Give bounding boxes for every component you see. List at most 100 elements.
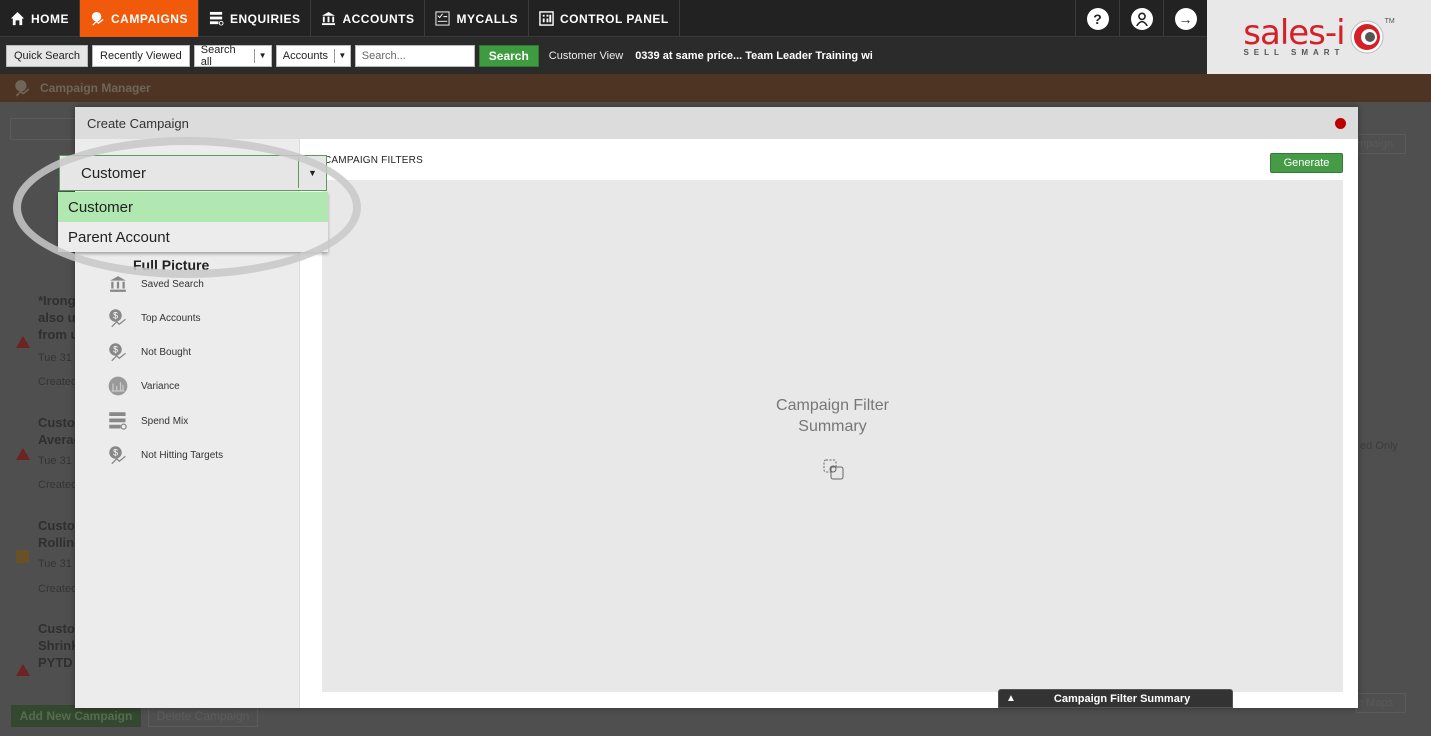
recent-items-links[interactable]: 0339 at same price... Team Leader Traini… [635,50,873,62]
filter-type-value: Customer [81,164,147,182]
nav-home-label: HOME [31,11,69,26]
summary-tab-label: Campaign Filter Summary [1053,692,1191,705]
nav-right-icons: ? → [1075,0,1207,37]
nav-mycalls-label: MYCALLS [456,11,518,26]
side-item-spend-mix[interactable]: Spend Mix [107,411,188,431]
side-item-label: Saved Search [141,278,204,290]
status-square-icon [16,550,29,563]
grid-icon [539,11,554,26]
logo-tm: TM [1384,18,1395,25]
enquiries-icon [209,11,224,26]
recently-viewed-tab[interactable]: Recently Viewed [92,44,190,67]
warning-triangle-icon [16,336,30,348]
dollar-trend-icon: $ [109,309,126,328]
sales-i-logo: sales-i SELL SMART TM [1207,0,1431,74]
side-item-label: Spend Mix [141,415,189,427]
list-search-icon [109,412,127,430]
campaign-icon [15,80,30,97]
logo-text: sales-i [1243,12,1345,53]
campaign-icon [91,11,104,26]
profile-button[interactable] [1119,0,1163,37]
svg-text:$: $ [113,311,118,321]
campaign-manager-bar: Campaign Manager [0,74,1431,102]
filter-type-select[interactable]: Customer ▼ [59,155,327,191]
campaign-filter-summary-area: Campaign Filter Summary [322,180,1343,692]
side-item-label: Variance [141,380,180,392]
add-new-campaign-button[interactable]: Add New Campaign [11,705,141,727]
top-nav: HOME CAMPAIGNS ENQUIRIES ACCOUNTS MYCALL… [0,0,1207,37]
campaign-date: Tue 31 [38,352,72,364]
search-button[interactable]: Search [478,44,539,67]
customer-view-label: Customer View [548,49,624,62]
search-input[interactable]: Search... [354,44,475,67]
side-item-saved-search[interactable]: Saved Search [107,274,204,294]
campaign-date: Tue 31 [38,455,72,467]
nav-enquiries-label: ENQUIRIES [229,11,301,26]
drag-drop-icon [823,459,844,480]
filter-type-options: Customer Parent Account [58,192,328,252]
bank-icon [110,276,126,292]
nav-campaigns-label: CAMPAIGNS [111,11,188,26]
modal-header: Create Campaign [75,107,1358,139]
chevron-down-icon: ▼ [298,158,326,188]
checklist-icon [435,11,450,26]
bank-icon [322,11,336,26]
side-item-label: Not Hitting Targets [141,449,224,461]
svg-text:$: $ [113,448,118,458]
chart-circle-icon [108,376,128,396]
campaign-filter-summary-tab[interactable]: ▲ Campaign Filter Summary [998,689,1233,708]
nav-enquiries[interactable]: ENQUIRIES [199,0,312,37]
nav-accounts[interactable]: ACCOUNTS [311,0,426,37]
campaign-date: Tue 31 [38,558,72,570]
option-customer[interactable]: Customer [58,192,328,222]
generate-button[interactable]: Generate [1270,153,1343,173]
side-item-top-accounts[interactable]: $ Top Accounts [107,308,200,328]
nav-control-panel-label: CONTROL PANEL [559,11,669,26]
logout-icon: → [1174,7,1197,30]
side-item-variance[interactable]: Variance [107,376,180,396]
campaign-created: Created [38,376,78,388]
search-type-select[interactable]: Accounts ▼ [275,44,351,67]
modal-title: Create Campaign [87,115,189,131]
help-button[interactable]: ? [1075,0,1119,37]
dollar-trend-icon: $ [109,446,126,465]
delete-campaign-button[interactable]: Delete Campaign [148,705,258,727]
full-picture-header[interactable]: Full Picture [133,257,209,273]
search-bar: Quick Search Recently Viewed Search all … [0,37,1207,74]
nav-accounts-label: ACCOUNTS [342,11,415,26]
side-item-not-bought[interactable]: $ Not Bought [107,342,191,362]
campaign-filters-title: CAMPAIGN FILTERS [324,155,423,166]
option-parent-account[interactable]: Parent Account [58,222,328,252]
chevron-down-icon: ▼ [253,48,271,63]
campaign-created: Created [38,479,78,491]
search-type-value: Accounts [282,49,329,62]
side-item-not-hitting-targets[interactable]: $ Not Hitting Targets [107,445,223,465]
search-scope-select[interactable]: Search all ▼ [193,43,272,68]
chevron-down-icon: ▼ [334,48,350,63]
close-icon[interactable] [1335,118,1346,129]
help-icon: ? [1086,7,1109,30]
warning-triangle-icon [16,664,30,676]
campaign-created: Created [38,583,78,595]
nav-home[interactable]: HOME [0,0,80,37]
home-icon [10,11,25,26]
side-item-label: Not Bought [141,346,192,358]
background-maps-button[interactable]: e Maps [1356,693,1406,713]
background-campaign-button[interactable]: mpaign [1356,134,1406,154]
nav-campaigns[interactable]: CAMPAIGNS [80,0,199,37]
dollar-trend-icon: $ [109,343,126,362]
logo-mark-icon [1350,20,1384,54]
logo-tagline: SELL SMART [1243,47,1345,57]
warning-triangle-icon [16,448,30,460]
nav-mycalls[interactable]: MYCALLS [425,0,529,37]
search-scope-value: Search all [200,43,236,68]
side-item-label: Top Accounts [141,312,201,324]
svg-text:$: $ [113,345,118,355]
logout-button[interactable]: → [1163,0,1207,37]
nav-control-panel[interactable]: CONTROL PANEL [529,0,680,37]
quick-search-tab[interactable]: Quick Search [6,44,89,67]
caret-up-icon: ▲ [1006,693,1016,704]
summary-placeholder-text: Campaign Filter Summary [776,397,889,435]
background-filter-text: ed Only [1360,440,1398,452]
user-icon [1130,7,1153,30]
